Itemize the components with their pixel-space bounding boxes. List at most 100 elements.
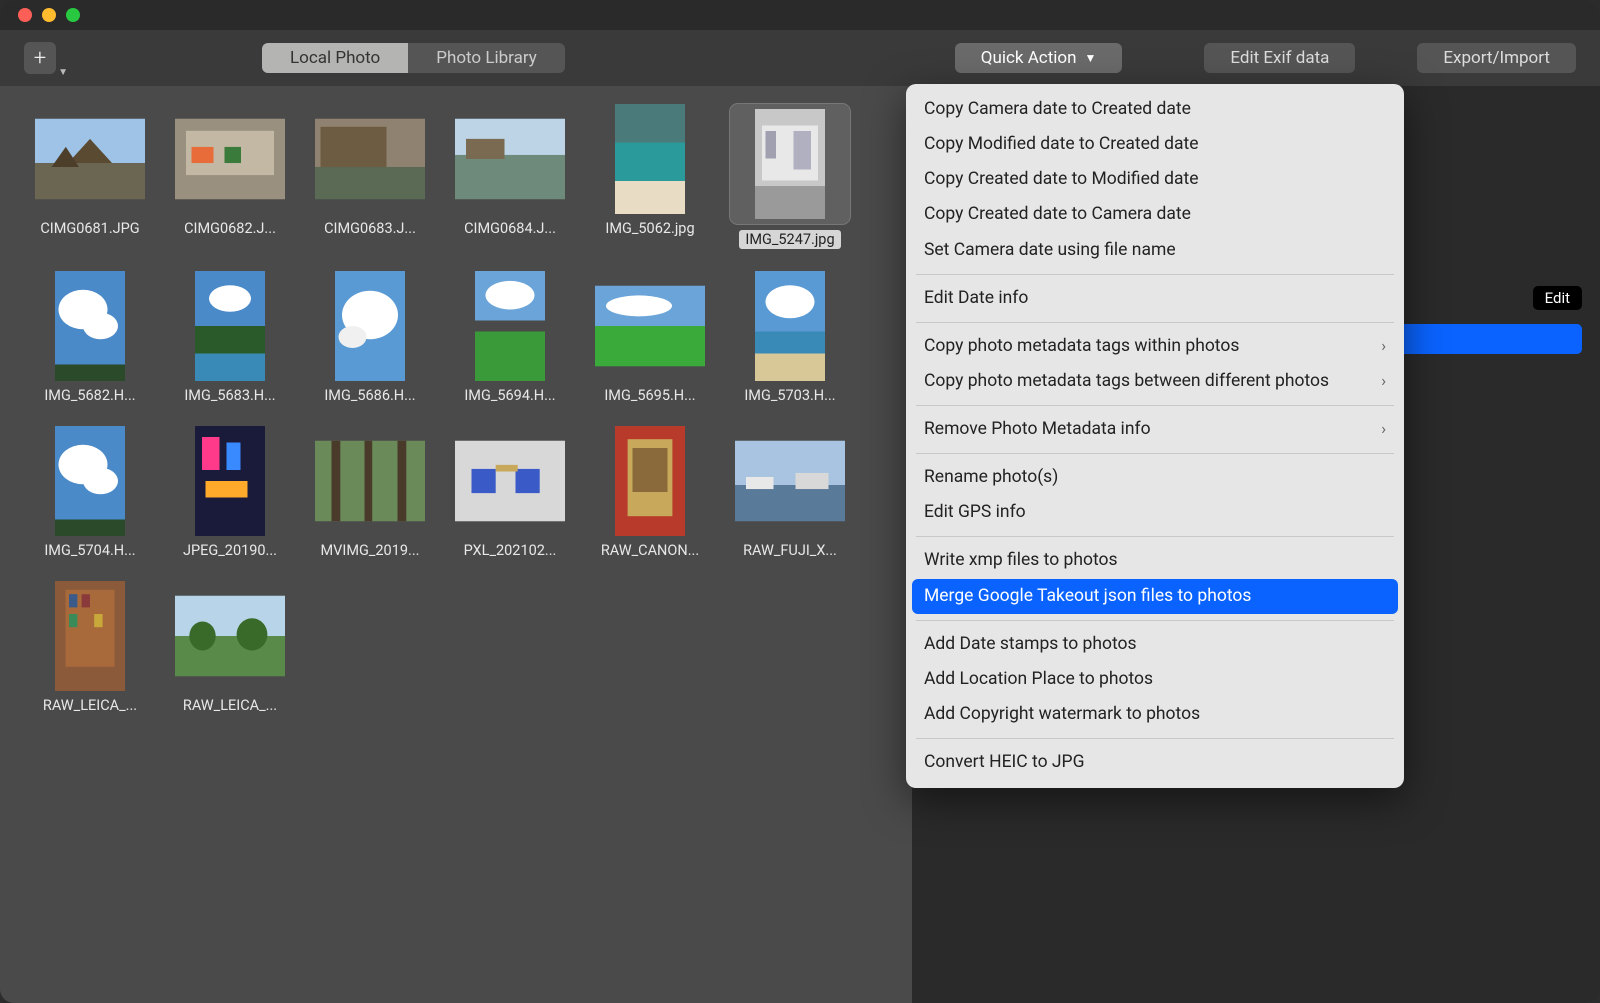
quick-action-label: Quick Action: [981, 48, 1077, 68]
thumbnail-image: [175, 271, 285, 381]
menu-item[interactable]: Edit Date info: [906, 281, 1404, 316]
thumbnail-image: [315, 426, 425, 536]
export-import-button[interactable]: Export/Import: [1417, 43, 1576, 73]
menu-separator: [916, 274, 1394, 275]
photo-thumbnail[interactable]: IMG_5694.H...: [440, 271, 580, 404]
menu-item[interactable]: Write xmp files to photos: [906, 543, 1404, 578]
thumbnail-image: [735, 426, 845, 536]
edit-button[interactable]: Edit: [1533, 286, 1582, 310]
menu-item-label: Copy Modified date to Created date: [924, 131, 1198, 158]
menu-item-label: Add Location Place to photos: [924, 666, 1153, 693]
thumbnail-image: [455, 104, 565, 214]
menu-item-label: Copy Created date to Camera date: [924, 201, 1191, 228]
photo-thumbnail[interactable]: IMG_5682.H...: [20, 271, 160, 404]
tab-photo-library[interactable]: Photo Library: [408, 43, 565, 73]
menu-item[interactable]: Rename photo(s): [906, 460, 1404, 495]
thumbnail-image: [735, 271, 845, 381]
menu-item-label: Copy photo metadata tags between differe…: [924, 368, 1329, 395]
menu-item-label: Set Camera date using file name: [924, 237, 1176, 264]
window-minimize-button[interactable]: [42, 8, 56, 22]
chevron-down-icon: ▼: [58, 67, 68, 78]
menu-item-label: Add Copyright watermark to photos: [924, 701, 1200, 728]
photo-thumbnail[interactable]: RAW_FUJI_X...: [720, 426, 860, 559]
thumbnail-label: CIMG0683.J...: [324, 220, 416, 237]
thumbnail-image: [595, 104, 705, 214]
menu-item-label: Copy Camera date to Created date: [924, 96, 1191, 123]
edit-exif-button[interactable]: Edit Exif data: [1204, 43, 1355, 73]
add-button[interactable]: + ▼: [24, 42, 56, 74]
export-import-label: Export/Import: [1443, 48, 1550, 68]
photo-thumbnail[interactable]: CIMG0684.J...: [440, 104, 580, 249]
photo-thumbnail[interactable]: CIMG0682.J...: [160, 104, 300, 249]
quick-action-button[interactable]: Quick Action ▼: [955, 43, 1123, 73]
thumbnail-label: CIMG0684.J...: [464, 220, 556, 237]
menu-separator: [916, 405, 1394, 406]
menu-item[interactable]: Add Location Place to photos: [906, 662, 1404, 697]
menu-item[interactable]: Remove Photo Metadata info›: [906, 412, 1404, 447]
thumbnail-label: RAW_FUJI_X...: [743, 542, 837, 559]
menu-item[interactable]: Copy Created date to Modified date: [906, 162, 1404, 197]
window-maximize-button[interactable]: [66, 8, 80, 22]
menu-item[interactable]: Merge Google Takeout json files to photo…: [912, 579, 1398, 614]
photo-thumbnail[interactable]: RAW_LEICA_...: [20, 581, 160, 714]
menu-item[interactable]: Copy photo metadata tags within photos›: [906, 329, 1404, 364]
menu-item[interactable]: Copy Camera date to Created date: [906, 92, 1404, 127]
photo-thumbnail[interactable]: RAW_LEICA_...: [160, 581, 300, 714]
thumbnail-label: RAW_LEICA_...: [183, 697, 277, 714]
chevron-down-icon: ▼: [1084, 51, 1096, 65]
tab-local-photo[interactable]: Local Photo: [262, 43, 408, 73]
menu-item-label: Edit Date info: [924, 285, 1028, 312]
menu-separator: [916, 322, 1394, 323]
thumbnail-image: [315, 271, 425, 381]
photo-grid-area: CIMG0681.JPG CIMG0682.J... CIMG0683.J... CI…: [0, 86, 912, 1003]
menu-item[interactable]: Copy photo metadata tags between differe…: [906, 364, 1404, 399]
thumbnail-label: RAW_LEICA_...: [43, 697, 137, 714]
photo-thumbnail[interactable]: IMG_5247.jpg: [720, 104, 860, 249]
thumbnail-image: [730, 104, 850, 224]
thumbnail-label: IMG_5682.H...: [44, 387, 135, 404]
thumbnail-image: [35, 581, 145, 691]
thumbnail-label: IMG_5686.H...: [324, 387, 415, 404]
thumbnail-image: [595, 271, 705, 381]
photo-thumbnail[interactable]: RAW_CANON...: [580, 426, 720, 559]
quick-action-menu: Copy Camera date to Created date Copy Mod…: [906, 84, 1404, 788]
menu-separator: [916, 536, 1394, 537]
thumbnail-label: PXL_202102...: [464, 542, 557, 559]
menu-item-label: Write xmp files to photos: [924, 547, 1118, 574]
thumbnail-label: CIMG0681.JPG: [40, 220, 139, 237]
photo-thumbnail[interactable]: JPEG_20190...: [160, 426, 300, 559]
menu-item[interactable]: Set Camera date using file name: [906, 233, 1404, 268]
photo-thumbnail[interactable]: MVIMG_2019...: [300, 426, 440, 559]
thumbnail-label: CIMG0682.J...: [184, 220, 276, 237]
photo-thumbnail[interactable]: CIMG0681.JPG: [20, 104, 160, 249]
photo-thumbnail[interactable]: IMG_5683.H...: [160, 271, 300, 404]
photo-thumbnail[interactable]: CIMG0683.J...: [300, 104, 440, 249]
menu-item[interactable]: Add Copyright watermark to photos: [906, 697, 1404, 732]
photo-thumbnail[interactable]: IMG_5703.H...: [720, 271, 860, 404]
window-close-button[interactable]: [18, 8, 32, 22]
menu-item[interactable]: Edit GPS info: [906, 495, 1404, 530]
app-window: + ▼ Local Photo Photo Library Quick Acti…: [0, 0, 1600, 1003]
menu-item[interactable]: Convert HEIC to JPG: [906, 745, 1404, 780]
photo-thumbnail[interactable]: IMG_5062.jpg: [580, 104, 720, 249]
thumbnail-label: MVIMG_2019...: [321, 542, 420, 559]
photo-thumbnail[interactable]: PXL_202102...: [440, 426, 580, 559]
thumbnail-label: RAW_CANON...: [601, 542, 699, 559]
thumbnail-label: IMG_5247.jpg: [739, 230, 840, 249]
thumbnail-label: IMG_5695.H...: [604, 387, 695, 404]
plus-icon: +: [34, 46, 46, 71]
thumbnail-image: [35, 104, 145, 214]
photo-thumbnail[interactable]: IMG_5686.H...: [300, 271, 440, 404]
titlebar: [0, 0, 1600, 30]
menu-item[interactable]: Add Date stamps to photos: [906, 627, 1404, 662]
photo-thumbnail[interactable]: IMG_5704.H...: [20, 426, 160, 559]
thumbnail-label: IMG_5704.H...: [44, 542, 135, 559]
thumbnail-label: JPEG_20190...: [183, 542, 277, 559]
menu-item[interactable]: Copy Created date to Camera date: [906, 197, 1404, 232]
menu-item-label: Edit GPS info: [924, 499, 1026, 526]
chevron-right-icon: ›: [1381, 417, 1386, 442]
menu-item[interactable]: Copy Modified date to Created date: [906, 127, 1404, 162]
menu-separator: [916, 620, 1394, 621]
photo-thumbnail[interactable]: IMG_5695.H...: [580, 271, 720, 404]
view-mode-segmented-control: Local Photo Photo Library: [262, 43, 565, 73]
